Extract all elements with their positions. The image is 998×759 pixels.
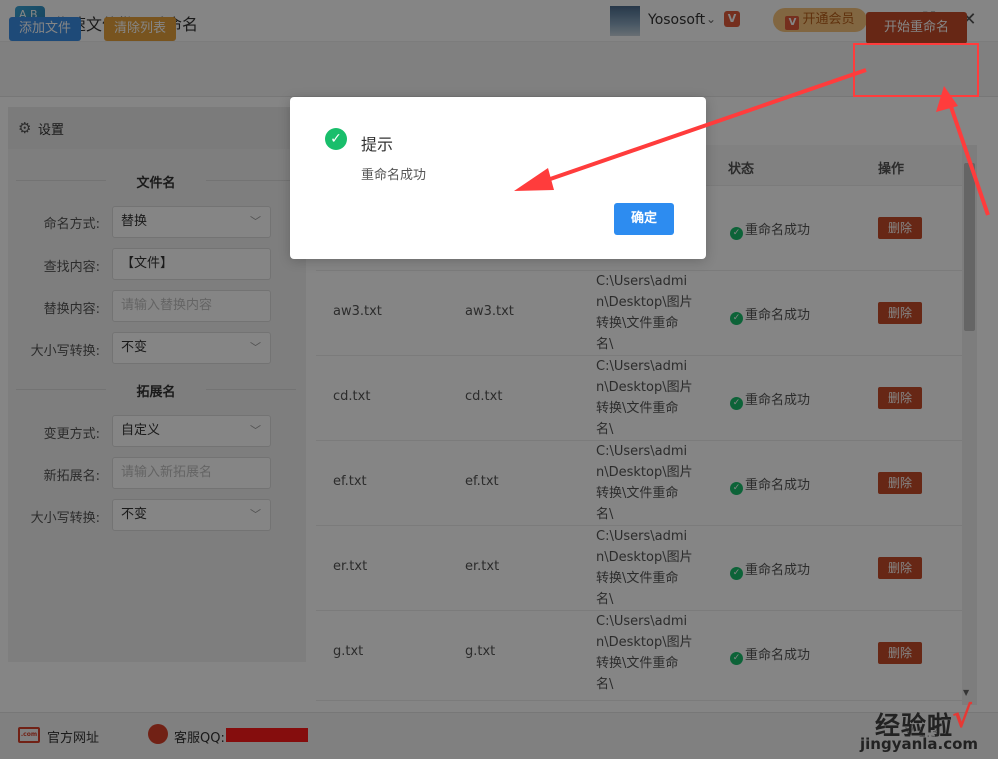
annotation-arrows (514, 68, 990, 216)
watermark-url: jingyanla.com (860, 735, 979, 753)
annotation-arrow-head (936, 86, 958, 112)
annotation-arrow-head (514, 168, 554, 191)
annotation-arrow-line (529, 68, 867, 188)
watermark-check-icon: √ (952, 700, 973, 735)
annotation-arrow-line (946, 97, 990, 216)
